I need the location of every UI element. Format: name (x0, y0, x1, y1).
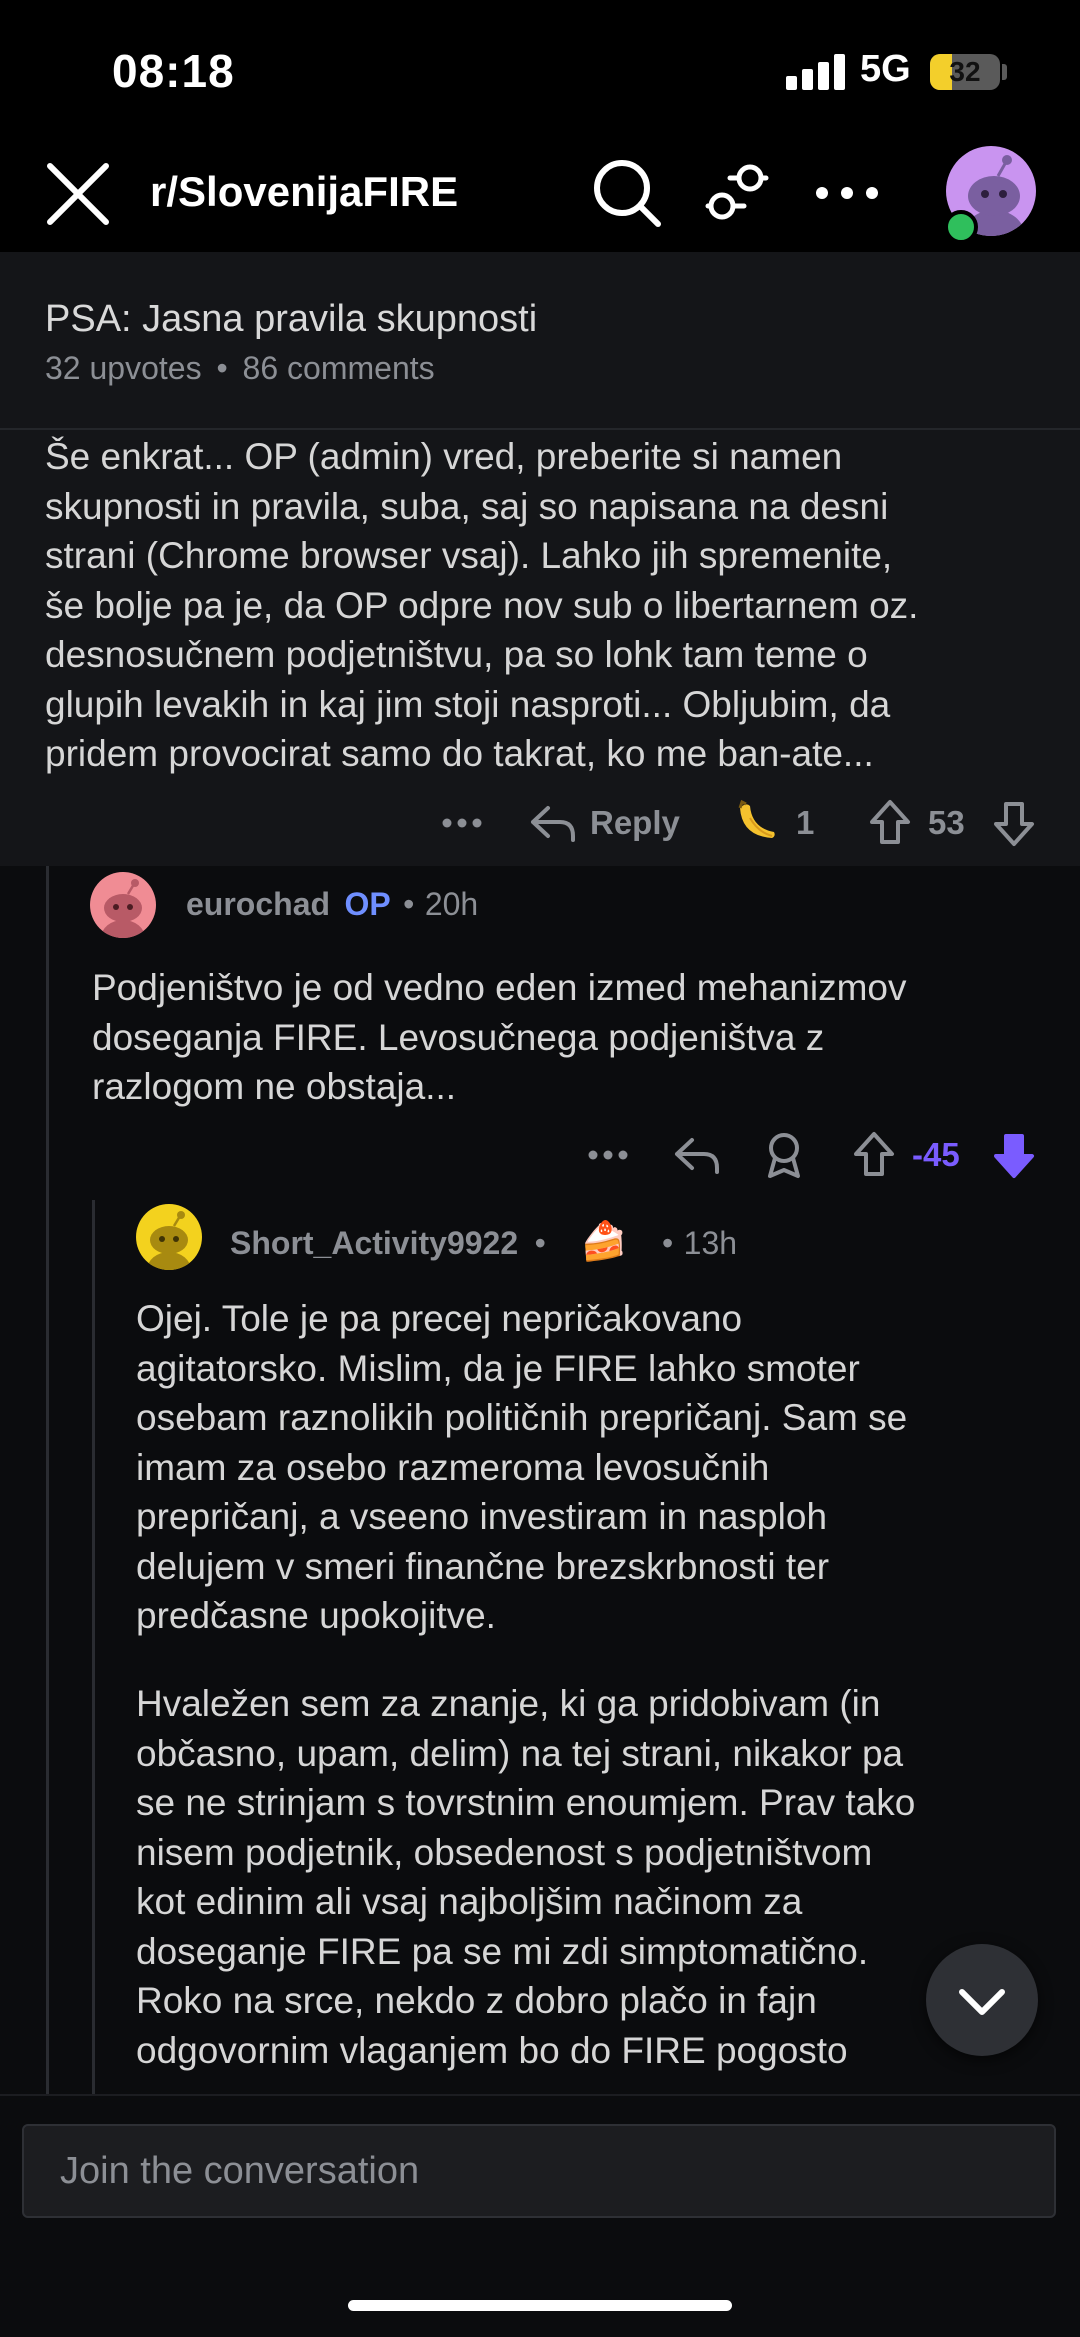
meta-separator: • (534, 1225, 546, 1261)
snoo-avatar-icon (101, 879, 145, 938)
thread-line[interactable] (46, 866, 49, 2094)
comment-line: razlogom ne obstaja... (92, 1066, 457, 1107)
search-icon[interactable] (590, 156, 664, 230)
comment-line: imam za osebo razmeroma levosučnih (136, 1446, 770, 1488)
meta-separator: • (216, 350, 228, 386)
commenter-avatar[interactable] (90, 872, 156, 938)
battery-icon: 32 (930, 54, 1000, 90)
comment-username[interactable]: eurochad (186, 886, 330, 922)
comment-line: delujem v smeri finančne brezskrbnosti t… (136, 1545, 830, 1587)
more-options-icon[interactable] (440, 808, 484, 838)
comment-body: Podjeništvo je od vedno eden izmed mehan… (92, 963, 1052, 1112)
comment-header: eurochad OP • 20h (186, 886, 478, 923)
reply-icon[interactable] (528, 802, 578, 844)
battery-percent: 32 (949, 56, 981, 87)
post-title[interactable]: PSA: Jasna pravila skupnosti (45, 298, 537, 341)
home-indicator[interactable] (348, 2300, 732, 2311)
reply-icon[interactable] (672, 1134, 722, 1176)
comment-line: Roko na srce, nekdo z dobro plačo in faj… (136, 1980, 817, 2021)
comment-score: 53 (928, 804, 965, 841)
comment-line: nisem podjetnik, obsedenost s podjetništ… (136, 1831, 873, 1873)
comment-age: 20h (424, 886, 479, 922)
comment-line: Hvaležen sem za znanje, ki ga pridobivam… (136, 1683, 881, 1724)
network-type: 5G (860, 48, 911, 90)
comment-line: Podjeništvo je od vedno eden izmed mehan… (92, 967, 907, 1008)
scroll-down-button[interactable] (926, 1944, 1038, 2056)
banana-award-icon[interactable] (732, 796, 782, 846)
upvote-count: 32 upvotes (45, 350, 202, 386)
downvote-active-icon[interactable] (992, 1132, 1036, 1180)
award-icon[interactable] (762, 1130, 806, 1180)
comment-body-paragraph-1: Ojej. Tole je pa precej nepričakovano ag… (136, 1294, 1056, 1641)
cellular-signal-icon (786, 54, 845, 90)
comment-line: občasno, upam, delim) na tej strani, nik… (136, 1732, 904, 1774)
upvote-icon[interactable] (868, 798, 912, 846)
comment-line: pridem provocirat samo do takrat, ko me … (45, 733, 874, 774)
meta-separator: • (662, 1225, 674, 1261)
comment-line: strani (Chrome browser vsaj). Lahko jih … (45, 535, 893, 576)
downvote-icon[interactable] (992, 800, 1036, 848)
comment-line: se ne strinjam s tovrstnim enoumjem. Pra… (136, 1782, 916, 1823)
comment-line: Še enkrat... OP (admin) vred, preberite … (45, 436, 843, 477)
status-time: 08:18 (112, 45, 235, 97)
online-status-dot (944, 210, 978, 244)
meta-separator: • (403, 886, 415, 922)
comment-line: predčasne upokojitve. (136, 1595, 496, 1636)
comment-line: kot edinim ali vsaj najboljšim načinom z… (136, 1881, 803, 1922)
comment-line: desnosučnem podjetništvu, pa so lohk tam… (45, 634, 868, 675)
award-count: 1 (796, 804, 815, 841)
user-flair: 🍰 (580, 1221, 628, 1263)
post-header[interactable] (0, 252, 1080, 430)
comment-count: 86 comments (242, 350, 435, 386)
comment-line: glupih levakih in kaj jim stoji nasproti… (45, 683, 891, 725)
comment-score: -45 (912, 1136, 960, 1173)
comment-body-paragraph-2: Hvaležen sem za znanje, ki ga pridobivam… (136, 1679, 1056, 2094)
subreddit-title[interactable]: r/SlovenijaFIRE (150, 168, 458, 216)
chevron-down-icon (959, 1989, 1005, 2015)
sort-filter-icon[interactable] (700, 156, 774, 230)
comment-line: Ojej. Tole je pa precej nepričakovano (136, 1298, 743, 1339)
comment-line: odgovornim vlaganjem bo do FIRE pogosto (136, 2029, 848, 2071)
comment-line: agitatorsko. Mislim, da je FIRE lahko sm… (136, 1347, 860, 1389)
comment-username[interactable]: Short_Activity9922 (230, 1225, 518, 1261)
post-meta: 32 upvotes • 86 comments (45, 350, 435, 387)
close-icon[interactable] (40, 156, 116, 232)
upvote-icon[interactable] (852, 1130, 896, 1178)
comment-age: 13h (683, 1225, 738, 1261)
op-badge: OP (344, 886, 391, 922)
thread-line[interactable] (92, 1200, 95, 2094)
comment-line: še bolje pa je, da OP odpre nov sub o li… (45, 584, 919, 626)
comment-line: doseganja FIRE. Levosučnega podjeništva … (92, 1016, 825, 1058)
reply-button[interactable]: Reply (590, 804, 680, 842)
commenter-avatar[interactable] (136, 1204, 202, 1270)
join-conversation-input[interactable]: Join the conversation (22, 2124, 1056, 2218)
more-options-icon[interactable] (810, 160, 884, 226)
comment-line: doseganje FIRE pa se mi zdi simptomatičn… (136, 1930, 869, 1972)
battery-tip (1002, 64, 1007, 80)
comment-header: Short_Activity9922 • 🍰 • 13h (230, 1220, 737, 1264)
comment-line: prepričanj, a vseeno investiram in naspl… (136, 1496, 828, 1537)
more-options-icon[interactable] (586, 1140, 630, 1170)
comment-line: osebam raznolikih političnih prepričanj.… (136, 1397, 908, 1438)
comment-line: skupnosti in pravila, suba, saj so napis… (45, 485, 889, 527)
snoo-avatar-icon (147, 1211, 191, 1270)
parent-comment-body: Še enkrat... OP (admin) vred, preberite … (45, 432, 1055, 779)
